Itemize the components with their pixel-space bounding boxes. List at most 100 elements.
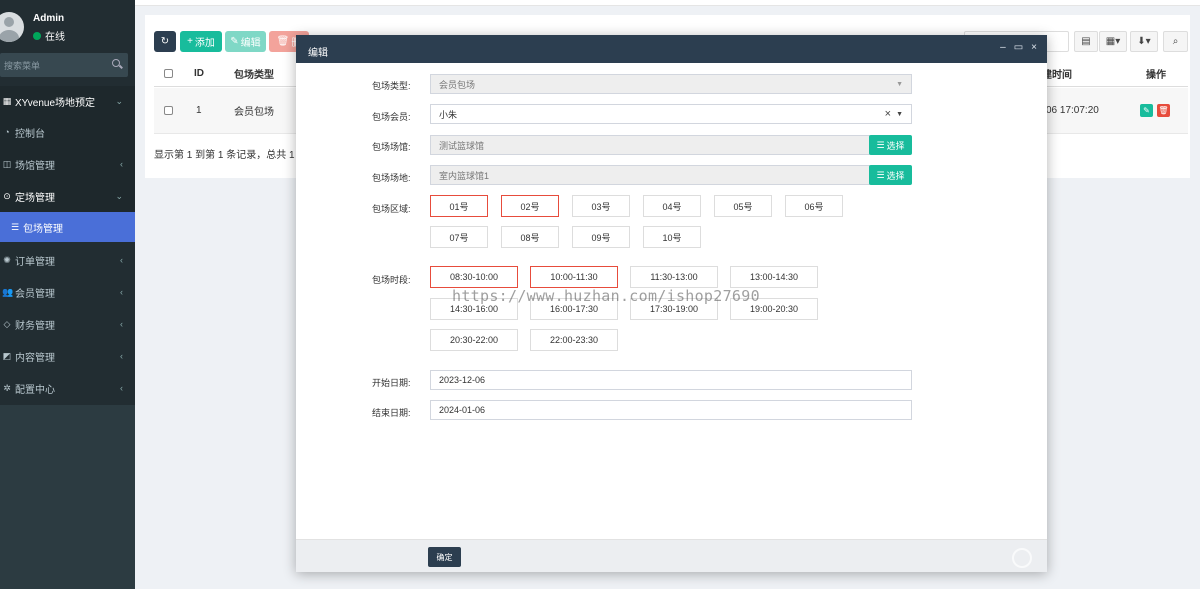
advanced-search-button[interactable]: ⌕ [1163, 31, 1188, 52]
header-type[interactable]: 包场类型 [234, 60, 274, 86]
add-button[interactable]: + 添加 [180, 31, 222, 52]
row-checkbox[interactable] [164, 106, 173, 115]
sidebar-item-booking-management[interactable]: ⊙ 定场管理 ⌄ [0, 180, 135, 212]
search-icon: ⌕ [1172, 36, 1179, 47]
refresh-button[interactable]: ↻ [154, 31, 176, 52]
grid-icon: ▦▾ [1105, 36, 1121, 47]
end-date-input[interactable]: 2024-01-06 [430, 400, 912, 420]
list-icon: ☰ [876, 139, 885, 150]
site-select-button[interactable]: ☰ 选择 [869, 165, 912, 185]
row-delete-button[interactable]: 🗑 [1157, 104, 1170, 117]
caret-down-icon: ▼ [896, 110, 903, 118]
table-view-icon: ▤ [1081, 36, 1091, 47]
row-edit-button[interactable]: ✎ [1140, 104, 1153, 117]
start-date-input[interactable]: 2023-12-06 [430, 370, 912, 390]
chevron-left-icon: ‹ [120, 159, 123, 169]
select-all-checkbox[interactable] [164, 68, 173, 78]
site-label: 包场场地: [372, 173, 411, 183]
search-icon[interactable] [112, 59, 120, 67]
confirm-button[interactable]: 确定 [428, 547, 461, 567]
chevron-down-icon: ⌄ [115, 95, 123, 106]
time-chip[interactable]: 20:30-22:00 [430, 329, 518, 351]
close-icon[interactable]: × [1031, 42, 1037, 53]
maximize-icon[interactable]: ▭ [1014, 42, 1023, 53]
diamond-icon: ◇ [3, 318, 11, 329]
type-select: 会员包场 ▼ [430, 74, 912, 94]
edit-button[interactable]: ✎ 编辑 [225, 31, 266, 52]
chevron-left-icon: ‹ [120, 255, 123, 265]
th-icon: ▦ [2, 95, 12, 106]
area-label: 包场区域: [372, 204, 411, 214]
row-type: 会员包场 [234, 107, 274, 118]
row-actions: ✎ 🗑 [1140, 88, 1170, 133]
sidebar-menu: ▦ XYvenue场地预定 ⌄ ◔ 控制台 ◫ 场馆管理 ‹ ⊙ 定场管理 ⌄ … [0, 86, 135, 404]
area-chip[interactable]: 01号 [430, 195, 488, 217]
sidebar-item-dashboard[interactable]: ◔ 控制台 [0, 116, 135, 148]
sidebar-lower-area [0, 405, 135, 589]
area-chip[interactable]: 03号 [572, 195, 630, 217]
member-select[interactable]: 小朱 × ▼ [430, 104, 912, 124]
area-chip[interactable]: 02号 [501, 195, 559, 217]
header-id[interactable]: ID [194, 60, 204, 86]
area-chip[interactable]: 08号 [501, 226, 559, 248]
row-id: 1 [196, 105, 202, 116]
edit-icon: ◩ [2, 350, 12, 361]
site-value: 室内篮球馆1 [439, 170, 490, 181]
export-button[interactable]: ⬇▾ [1130, 31, 1158, 52]
list-icon: ☰ [10, 221, 20, 232]
area-chip[interactable]: 09号 [572, 226, 630, 248]
area-chip[interactable]: 05号 [714, 195, 772, 217]
sidebar-item-label: 包场管理 [23, 223, 63, 235]
minimize-icon[interactable]: – [1000, 42, 1006, 53]
sidebar-item-charter-management[interactable]: ☰ 包场管理 [0, 212, 135, 242]
start-date-value: 2023-12-06 [439, 375, 486, 385]
sidebar-item-xyvenue[interactable]: ▦ XYvenue场地预定 ⌄ [0, 86, 135, 116]
time-chip[interactable]: 10:00-11:30 [530, 266, 618, 288]
sidebar-item-config[interactable]: ✲ 配置中心 ‹ [0, 372, 135, 404]
area-chip[interactable]: 06号 [785, 195, 843, 217]
dialog-footer: 确定 [296, 539, 1047, 572]
toggle-view-button[interactable]: ▤ [1074, 31, 1098, 52]
sidebar-item-label: 场馆管理 [15, 160, 55, 172]
chevron-left-icon: ‹ [120, 319, 123, 329]
user-status: 在线 [33, 28, 65, 43]
sidebar-item-finance[interactable]: ◇ 财务管理 ‹ [0, 308, 135, 340]
caret-down-icon: ▼ [896, 80, 903, 88]
time-chip[interactable]: 11:30-13:00 [630, 266, 718, 288]
site-input: 室内篮球馆1 [430, 165, 870, 185]
area-chip[interactable]: 10号 [643, 226, 701, 248]
clock-icon: ⊙ [3, 190, 11, 201]
clear-icon[interactable]: × [885, 108, 891, 120]
time-chip[interactable]: 08:30-10:00 [430, 266, 518, 288]
cog-icon: ✲ [3, 382, 11, 393]
time-chip[interactable]: 13:00-14:30 [730, 266, 818, 288]
plus-icon: + [187, 36, 193, 47]
sidebar-item-venue-management[interactable]: ◫ 场馆管理 ‹ [0, 148, 135, 180]
user-name: Admin [33, 13, 65, 24]
sidebar-search-input[interactable]: 搜索菜单 [0, 53, 128, 77]
pencil-icon: ✎ [230, 36, 239, 47]
sidebar-item-label: 订单管理 [15, 256, 55, 268]
venue-select-button[interactable]: ☰ 选择 [869, 135, 912, 155]
sidebar-item-content[interactable]: ◩ 内容管理 ‹ [0, 340, 135, 372]
sidebar-item-label: 会员管理 [15, 288, 55, 300]
window-controls: – ▭ × [1000, 42, 1037, 53]
avatar[interactable] [0, 12, 24, 42]
header-actions: 操作 [1146, 69, 1166, 81]
sidebar-item-label: 内容管理 [15, 352, 55, 364]
time-chip[interactable]: 22:00-23:30 [530, 329, 618, 351]
area-chip[interactable]: 04号 [643, 195, 701, 217]
member-label: 包场会员: [372, 112, 411, 122]
sidebar-item-label: 配置中心 [15, 384, 55, 396]
users-icon: 👥 [2, 286, 14, 297]
columns-icon: ◫ [2, 158, 12, 169]
watermark-text: https://www.huzhan.com/ishop27690 [452, 287, 760, 305]
sidebar-item-label: 控制台 [15, 128, 45, 140]
sidebar-search-placeholder: 搜索菜单 [4, 61, 41, 71]
sidebar-item-orders[interactable]: ✺ 订单管理 ‹ [0, 244, 135, 276]
area-chip[interactable]: 07号 [430, 226, 488, 248]
columns-button[interactable]: ▦▾ [1099, 31, 1127, 52]
dashboard-icon: ◔ [4, 127, 10, 137]
sidebar-item-members[interactable]: 👥 会员管理 ‹ [0, 276, 135, 308]
member-value: 小朱 [439, 109, 458, 120]
